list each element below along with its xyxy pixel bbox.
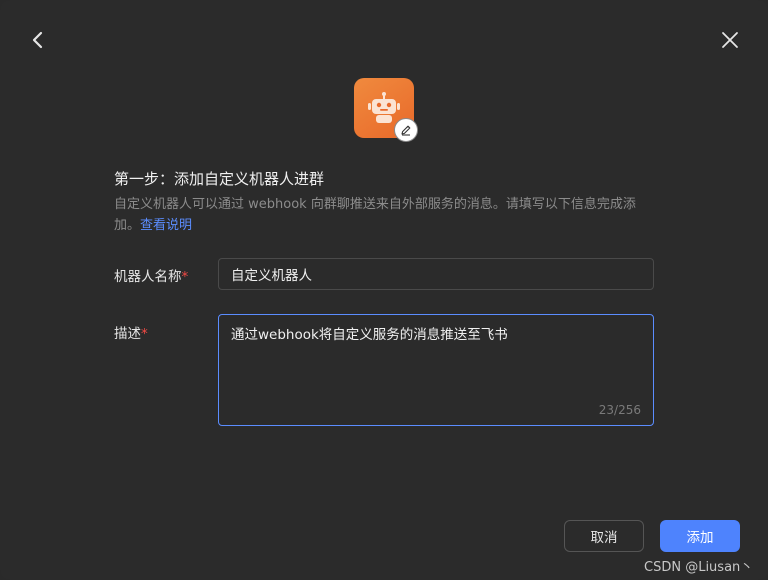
watermark: CSDN @Liusan丶 [644,560,754,575]
bot-name-label: 机器人名称* [114,265,188,285]
description-label: 描述* [114,322,148,342]
edit-avatar-button[interactable] [394,118,418,142]
bot-name-input[interactable]: 自定义机器人 [218,258,654,290]
description-label-text: 描述 [114,326,141,342]
pencil-icon [401,125,411,136]
char-counter: 23/256 [598,403,641,417]
required-mark: * [141,326,148,342]
chevron-left-icon [32,31,43,49]
cancel-button[interactable]: 取消 [564,520,644,552]
step-description: 自定义机器人可以通过 webhook 向群聊推送来自外部服务的消息。请填写以下信… [114,194,654,236]
add-button[interactable]: 添加 [660,520,740,552]
description-textarea[interactable]: 通过webhook将自定义服务的消息推送至飞书 23/256 [218,314,654,426]
step-description-text: 自定义机器人可以通过 webhook 向群聊推送来自外部服务的消息。请填写以下信… [114,197,636,233]
add-bot-dialog: 第一步：添加自定义机器人进群 自定义机器人可以通过 webhook 向群聊推送来… [0,0,768,580]
bot-name-value: 自定义机器人 [231,268,312,284]
back-button[interactable] [24,26,52,54]
required-mark: * [181,269,189,285]
view-instructions-link[interactable]: 查看说明 [140,218,192,233]
close-button[interactable] [716,26,744,54]
bot-name-label-text: 机器人名称 [114,269,182,285]
bot-avatar[interactable] [354,78,418,142]
step-title: 第一步：添加自定义机器人进群 [114,170,325,188]
close-icon [722,32,738,48]
description-value: 通过webhook将自定义服务的消息推送至飞书 [231,327,508,343]
